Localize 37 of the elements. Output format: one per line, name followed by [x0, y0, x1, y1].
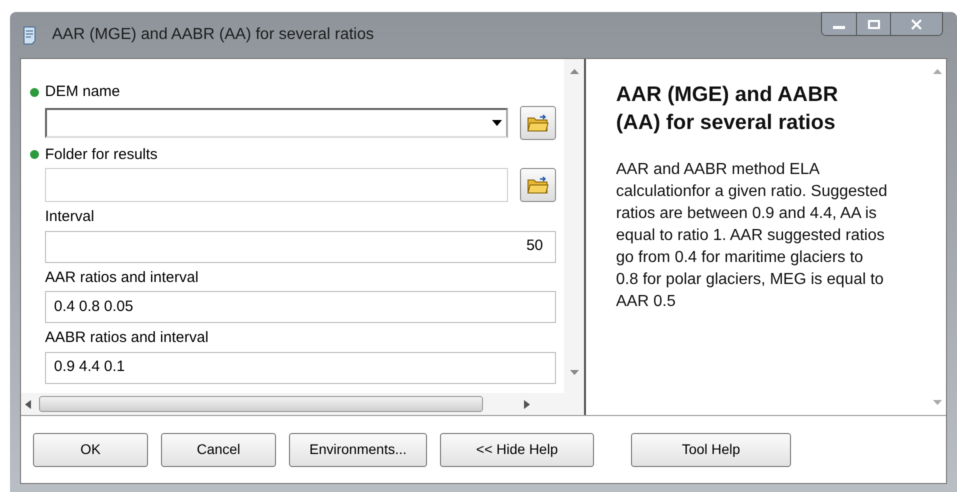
- window-title: AAR (MGE) and AABR (AA) for several ratios: [52, 25, 374, 45]
- folder-icon: [527, 114, 549, 132]
- scrollbar-thumb[interactable]: [39, 396, 483, 412]
- input-field[interactable]: 50: [45, 230, 556, 262]
- dropdown-arrow-icon: [492, 120, 502, 126]
- input-field[interactable]: [45, 168, 508, 202]
- horizontal-scrollbar[interactable]: [21, 393, 564, 415]
- help-text: AAR and AABR method ELA calculationfor a given ratio. Suggested ratios are between 0.9 and 4.4, AA is equal to ratio 1. AAR suggested ratios go from 0.4 for maritime glaciers to 0.8 for polar glaciers, MEG is equal to AAR 0.5: [616, 160, 888, 312]
- dialog-button[interactable]: Cancel: [161, 432, 276, 466]
- scroll-up-icon: [932, 69, 942, 74]
- parameter-label: AABR ratios and interval: [45, 328, 208, 348]
- dialog-button[interactable]: OK: [33, 432, 148, 466]
- parameter-label: AAR ratios and interval: [45, 268, 198, 288]
- dialog-button[interactable]: Environments...: [289, 432, 427, 466]
- minimize-icon: [833, 26, 845, 29]
- close-button[interactable]: [890, 13, 942, 35]
- scroll-down-icon: [932, 400, 942, 405]
- scroll-down-icon: [570, 370, 578, 375]
- parameter-label: Folder for results: [45, 144, 158, 164]
- dropdown-field[interactable]: [45, 108, 508, 138]
- input-field[interactable]: 0.9 4.4 0.1: [45, 352, 556, 384]
- close-icon: [911, 18, 922, 30]
- scroll-right-icon: [524, 400, 530, 408]
- dialog-button[interactable]: << Hide Help: [440, 432, 594, 466]
- scroll-left-icon: [25, 400, 31, 408]
- dialog-button[interactable]: Tool Help: [631, 432, 791, 466]
- maximize-button[interactable]: [856, 13, 890, 35]
- browse-folder-button[interactable]: [520, 106, 556, 140]
- maximize-icon: [868, 20, 880, 28]
- browse-folder-button[interactable]: [520, 168, 556, 202]
- input-field[interactable]: 0.4 0.8 0.05: [45, 291, 556, 323]
- help-title: AAR (MGE) and AABR (AA) for several ratios: [616, 82, 840, 136]
- parameter-label: DEM name: [45, 82, 120, 102]
- scroll-up-icon: [570, 69, 578, 74]
- vertical-scrollbar[interactable]: [564, 59, 584, 415]
- parameter-label: Interval: [45, 207, 94, 227]
- folder-icon: [527, 176, 549, 194]
